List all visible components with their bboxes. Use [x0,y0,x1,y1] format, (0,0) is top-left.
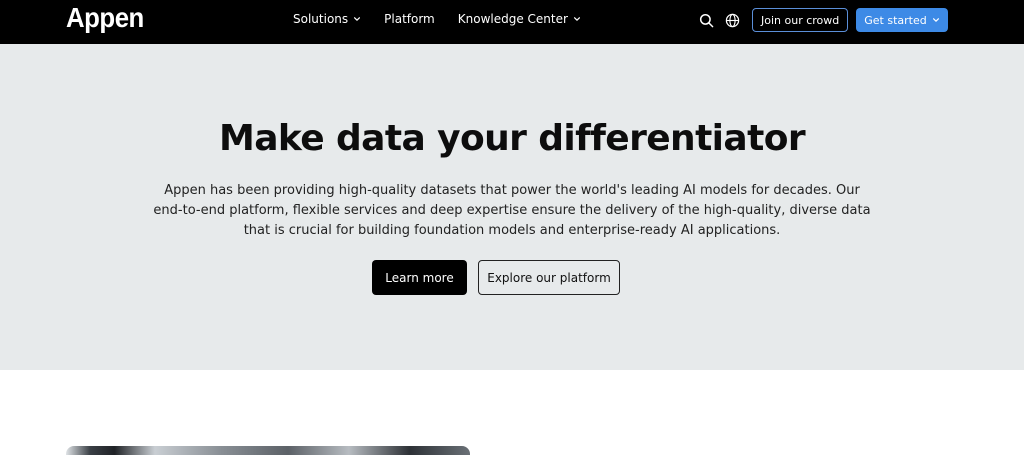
hero-section: Make data your differentiator Appen has … [0,44,1024,370]
nav-solutions-label: Solutions [293,12,349,26]
get-started-button[interactable]: Get started [856,8,948,32]
nav-knowledge-center-label: Knowledge Center [457,12,568,26]
chevron-down-icon [932,16,940,24]
chevron-down-icon [353,15,361,23]
join-crowd-button[interactable]: Join our crowd [752,8,849,32]
main-nav: Solutions Platform Knowledge Center [293,12,604,26]
chevron-down-icon [573,15,581,23]
hero-cta-group: Learn more Explore our platform [372,260,620,295]
hero-title: Make data your differentiator [218,118,806,159]
nav-platform-label: Platform [384,12,435,26]
nav-platform[interactable]: Platform [384,12,435,26]
nav-knowledge-center[interactable]: Knowledge Center [458,12,581,26]
explore-platform-button[interactable]: Explore our platform [478,260,620,295]
section-preview-image [66,446,470,455]
top-navbar: Appen Solutions Platform Knowledge Cente… [0,0,1024,44]
nav-solutions[interactable]: Solutions [293,12,361,26]
search-icon[interactable] [698,12,714,28]
learn-more-button[interactable]: Learn more [372,260,467,295]
hero-description: Appen has been providing high-quality da… [153,183,871,238]
get-started-label: Get started [864,13,927,27]
appen-logo[interactable]: Appen [66,2,144,34]
globe-icon[interactable] [724,12,740,28]
nav-actions: Join our crowd Get started [698,8,948,32]
